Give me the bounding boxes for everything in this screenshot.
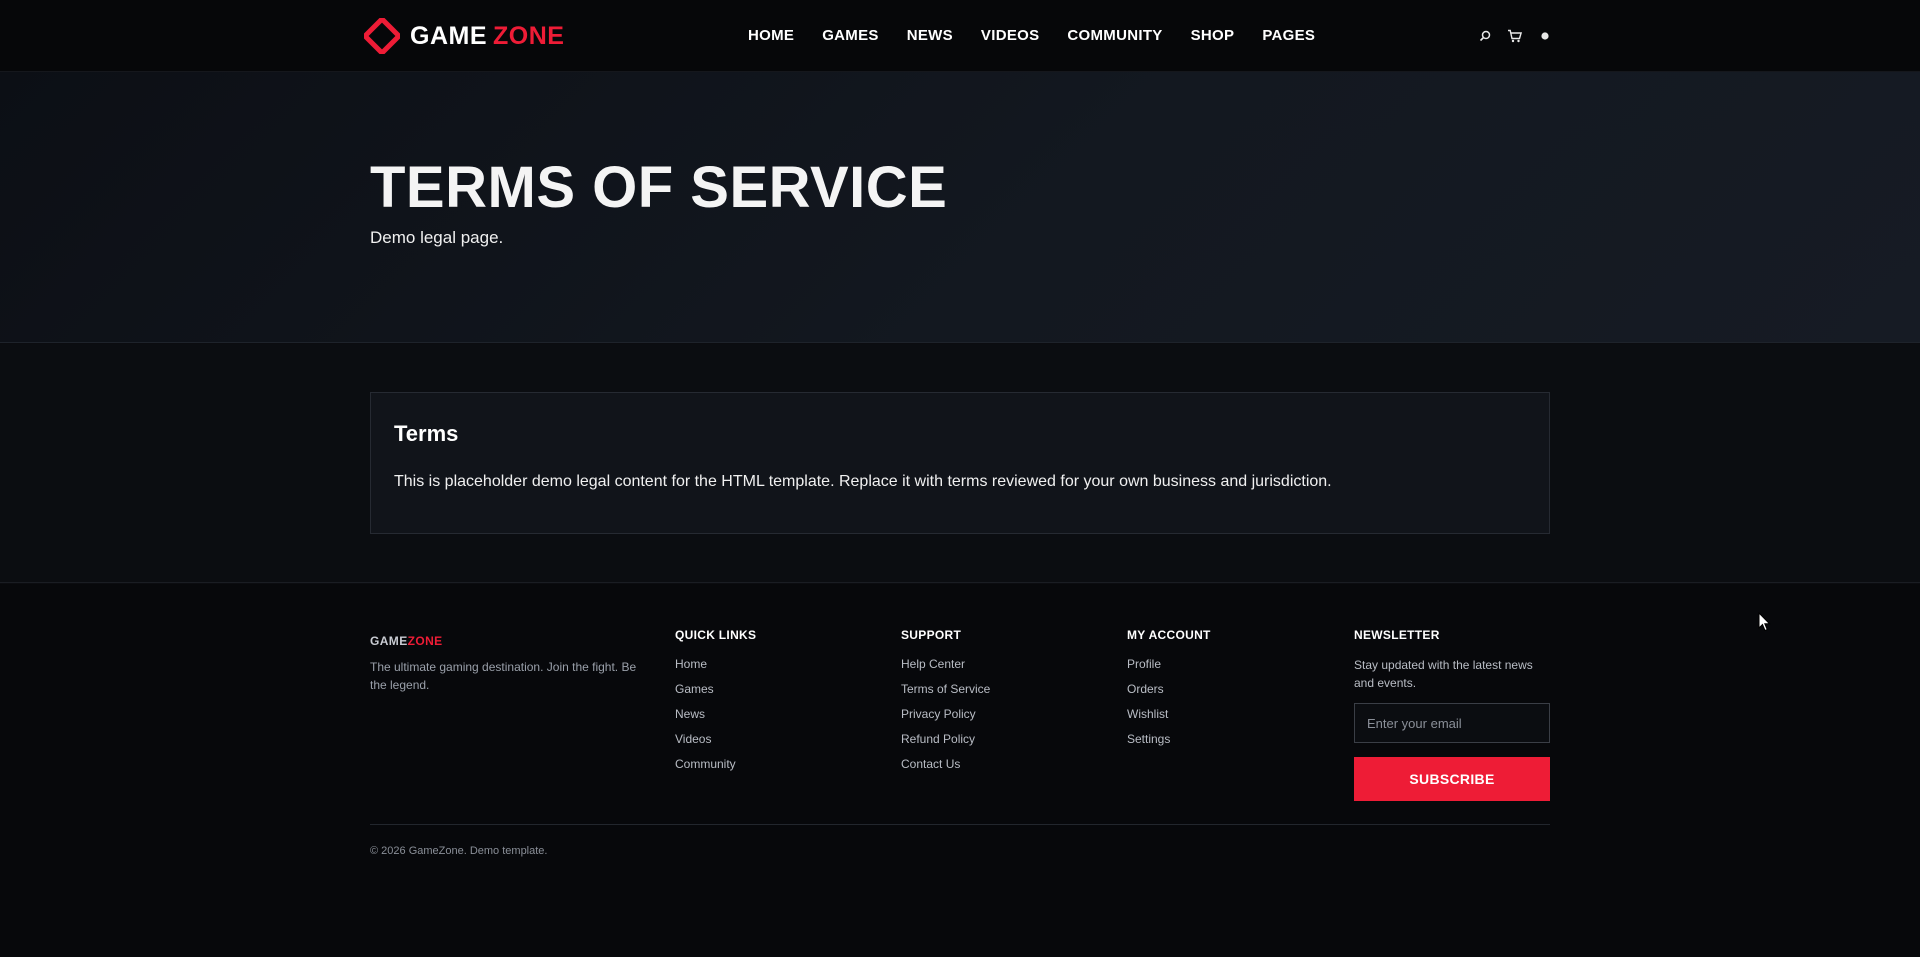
header-actions — [1476, 24, 1554, 48]
footer-link-terms[interactable]: Terms of Service — [901, 681, 990, 706]
nav-videos[interactable]: VIDEOS — [981, 27, 1039, 44]
footer-link-games[interactable]: Games — [675, 681, 756, 706]
newsletter-text: Stay updated with the latest news and ev… — [1354, 658, 1533, 690]
footer-newsletter: NEWSLETTER Stay updated with the latest … — [1354, 628, 1550, 801]
diamond-logo-icon — [364, 18, 400, 54]
footer-logo[interactable]: GAMEZONE — [370, 634, 650, 648]
terms-body: This is placeholder demo legal content f… — [394, 473, 1332, 490]
footer-link-profile[interactable]: Profile — [1127, 656, 1211, 681]
footer-brand: GAMEZONE The ultimate gaming destination… — [370, 634, 650, 694]
page-title: TERMS OF SERVICE — [370, 155, 948, 220]
footer-support: SUPPORT Help Center Terms of Service Pri… — [901, 628, 990, 781]
footer-link-community[interactable]: Community — [675, 756, 756, 781]
footer-quick-links: QUICK LINKS Home Games News Videos Commu… — [675, 628, 756, 781]
nav-community[interactable]: COMMUNITY — [1067, 27, 1162, 44]
support-heading: SUPPORT — [901, 628, 962, 642]
cart-icon[interactable] — [1506, 27, 1524, 45]
mouse-cursor-icon — [1758, 612, 1771, 632]
main-content: Terms This is placeholder demo legal con… — [0, 344, 1920, 583]
footer-link-orders[interactable]: Orders — [1127, 681, 1211, 706]
quick-links-heading: QUICK LINKS — [675, 628, 757, 642]
nav-home[interactable]: HOME — [748, 27, 794, 44]
account-icon[interactable] — [1536, 27, 1554, 45]
nav-games[interactable]: GAMES — [822, 27, 879, 44]
logo-wordmark: GAME ZONE — [410, 21, 565, 50]
nav-shop[interactable]: SHOP — [1191, 27, 1235, 44]
newsletter-email-input[interactable] — [1354, 703, 1550, 743]
footer-link-news[interactable]: News — [675, 706, 756, 731]
footer-link-videos[interactable]: Videos — [675, 731, 756, 756]
site-logo[interactable]: GAME ZONE — [364, 16, 564, 56]
subscribe-button[interactable]: SUBSCRIBE — [1354, 757, 1550, 801]
main-nav: HOME GAMES NEWS VIDEOS COMMUNITY SHOP PA… — [748, 0, 1315, 70]
terms-card: Terms This is placeholder demo legal con… — [370, 392, 1550, 534]
my-account-heading: MY ACCOUNT — [1127, 628, 1211, 642]
page-hero: TERMS OF SERVICE Demo legal page. — [0, 72, 1920, 343]
search-icon[interactable] — [1476, 27, 1494, 45]
nav-pages[interactable]: PAGES — [1262, 27, 1315, 44]
footer-link-contact[interactable]: Contact Us — [901, 756, 990, 781]
nav-news[interactable]: NEWS — [907, 27, 953, 44]
copyright-text: © 2026 GameZone. Demo template. — [370, 845, 548, 857]
top-navigation-bar: GAME ZONE HOME GAMES NEWS VIDEOS COMMUNIT… — [0, 0, 1920, 72]
page-subtitle: Demo legal page. — [370, 228, 504, 247]
footer-link-refund[interactable]: Refund Policy — [901, 731, 990, 756]
footer-tagline: The ultimate gaming destination. Join th… — [370, 660, 637, 692]
footer-divider — [370, 824, 1550, 825]
newsletter-heading: NEWSLETTER — [1354, 628, 1440, 642]
footer-link-help-center[interactable]: Help Center — [901, 656, 990, 681]
footer-my-account: MY ACCOUNT Profile Orders Wishlist Setti… — [1127, 628, 1211, 756]
footer-link-settings[interactable]: Settings — [1127, 731, 1211, 756]
footer-link-privacy[interactable]: Privacy Policy — [901, 706, 990, 731]
terms-heading: Terms — [394, 421, 459, 446]
site-footer: GAMEZONE The ultimate gaming destination… — [0, 584, 1920, 957]
footer-link-home[interactable]: Home — [675, 656, 756, 681]
footer-link-wishlist[interactable]: Wishlist — [1127, 706, 1211, 731]
